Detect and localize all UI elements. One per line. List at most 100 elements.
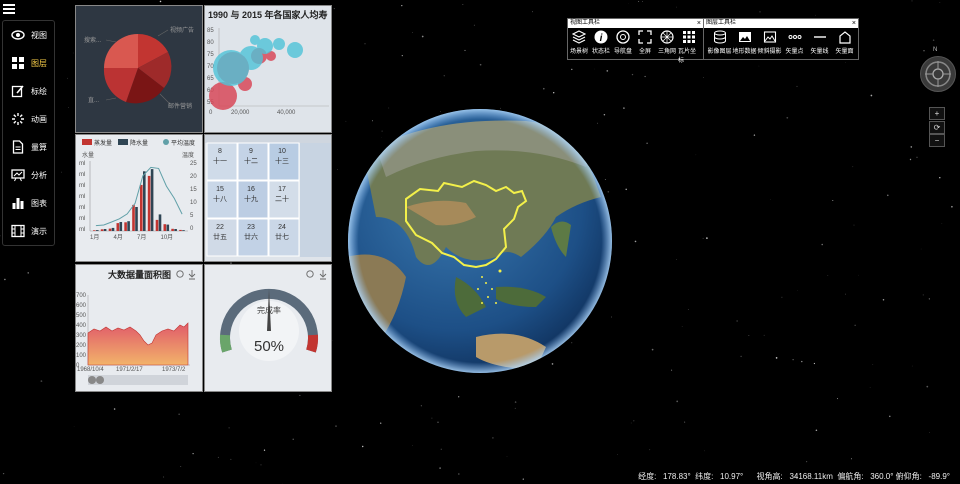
pie-chart (103, 34, 172, 104)
zoom-handle[interactable] (88, 376, 96, 384)
star (854, 324, 856, 326)
bar (116, 223, 120, 231)
x-tick-label: 1968/10/4 (77, 367, 104, 373)
pie-slice (104, 34, 138, 68)
nav-label: 动画 (31, 114, 47, 124)
star (159, 0, 162, 3)
refresh-icon[interactable] (176, 270, 184, 278)
star (703, 77, 704, 78)
y-tick-label: ml (79, 194, 85, 200)
calendar-day: 22 (216, 224, 224, 231)
star (379, 422, 382, 424)
star (911, 0, 913, 2)
star (439, 467, 441, 469)
bar (124, 222, 127, 231)
bar (166, 224, 170, 231)
pie-label: 搜索... (84, 36, 101, 44)
bar (143, 171, 146, 231)
y-axis-label-right: 温度 (182, 151, 194, 159)
tool-label: 场景树 (569, 49, 588, 55)
download-icon[interactable] (188, 270, 196, 280)
zoom-in-button[interactable]: + (929, 107, 945, 120)
star (837, 398, 838, 400)
star (625, 188, 627, 191)
compass-icon[interactable] (920, 56, 956, 92)
y-tick-label: 500 (76, 313, 87, 319)
bar (127, 221, 130, 231)
tool-vector-line[interactable]: 矢量线 (807, 30, 832, 55)
nav-item-demo[interactable]: 演示 (3, 217, 54, 245)
hamburger-menu-icon[interactable] (3, 4, 15, 14)
eye-icon (11, 30, 25, 40)
toolbar-header: 图层工具栏 × (704, 19, 858, 28)
tool-vector-polygon[interactable]: 矢量面 (832, 30, 857, 55)
close-icon[interactable]: × (852, 19, 856, 28)
bubble-chart-panel: 1990 与 2015 年各国家人均寿 85807570656055 0 20,… (204, 5, 332, 133)
area-series (87, 322, 189, 366)
database-icon (713, 30, 726, 44)
x-tick-label: 1973/7/2 (162, 367, 186, 373)
tool-tile-coords[interactable]: 瓦片坐标 (678, 30, 700, 64)
bar (103, 229, 107, 231)
nav-item-charts[interactable]: 图表 (3, 189, 54, 217)
bar (147, 175, 151, 231)
tool-navigation[interactable]: 导航盘 (612, 30, 634, 64)
zoom-handle[interactable] (96, 376, 104, 384)
document-icon (12, 140, 24, 154)
star (932, 39, 935, 41)
nav-label: 标绘 (31, 86, 47, 96)
calendar-lunar: 廿七 (275, 232, 289, 241)
tool-imagery-layer[interactable]: 影像图层 (707, 30, 732, 55)
refresh-icon[interactable] (306, 270, 314, 278)
star (676, 6, 677, 8)
nav-item-layers[interactable]: 图层 (3, 49, 54, 77)
y-tick-label-right: 5 (190, 213, 194, 219)
calendar-lunar: 十九 (244, 194, 258, 203)
bar (119, 222, 123, 231)
star (923, 50, 925, 52)
nav-item-animation[interactable]: 动画 (3, 105, 54, 133)
star (464, 49, 466, 51)
calendar-day: 9 (249, 148, 253, 155)
star (617, 454, 618, 455)
star (67, 77, 68, 79)
star (299, 394, 301, 396)
tool-label: 全屏 (638, 49, 651, 55)
star (792, 359, 794, 361)
zoom-out-button[interactable]: − (929, 134, 945, 147)
download-icon[interactable] (319, 270, 327, 280)
nav-item-plot[interactable]: 标绘 (3, 77, 54, 105)
nav-item-measure[interactable]: 量算 (3, 133, 54, 161)
star (922, 294, 924, 296)
tool-oblique-photo[interactable]: 倾斜摄影 (757, 30, 782, 55)
calendar-cell[interactable] (300, 143, 331, 257)
nav-item-analysis[interactable]: 分析 (3, 161, 54, 189)
tool-terrain-data[interactable]: 地形数据 (732, 30, 757, 55)
calendar-lunar: 二十 (275, 194, 289, 203)
y-tick-label-right: 15 (190, 187, 197, 193)
reset-view-button[interactable]: ⟳ (929, 121, 945, 134)
star (492, 437, 494, 439)
star (882, 298, 885, 301)
bar (108, 228, 112, 231)
earth-globe[interactable] (346, 107, 614, 375)
nav-label: 演示 (31, 226, 47, 236)
tool-triangle-mesh[interactable]: 三角网 (656, 30, 678, 64)
star (748, 335, 750, 336)
y-tick-label: ml (79, 216, 85, 222)
calendar-day: 10 (278, 148, 286, 155)
nav-item-view[interactable]: 视图 (3, 21, 54, 49)
bar (135, 207, 138, 231)
star (676, 259, 677, 260)
tool-label: 矢量面 (835, 49, 854, 55)
y-axis-label-left: 水量 (82, 151, 94, 159)
bar (158, 214, 162, 231)
close-icon[interactable]: × (697, 19, 701, 28)
y-tick-label: ml (79, 227, 85, 233)
calendar-lunar: 十八 (213, 194, 227, 203)
tool-vector-point[interactable]: 矢量点 (782, 30, 807, 55)
star (702, 237, 704, 239)
tool-scene-tree[interactable]: 场景树 (568, 30, 590, 64)
tool-fullscreen[interactable]: 全屏 (634, 30, 656, 64)
tool-status-bar[interactable]: i 状态栏 (590, 30, 612, 64)
